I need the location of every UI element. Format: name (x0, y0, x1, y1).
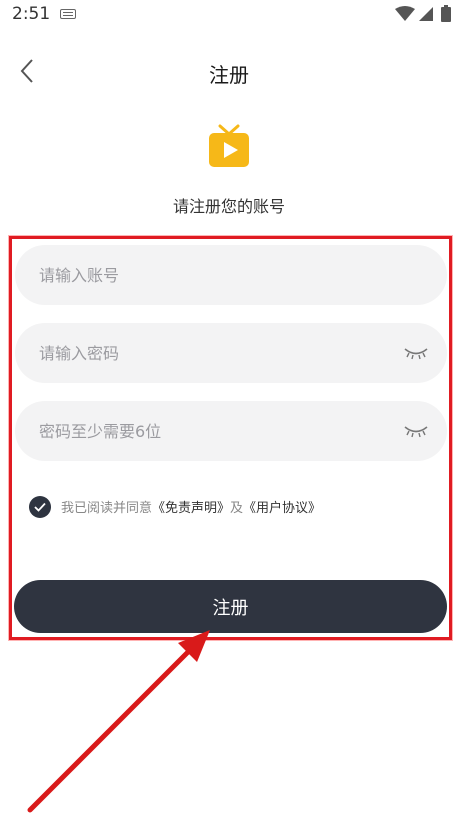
annotation-arrow (27, 630, 210, 813)
